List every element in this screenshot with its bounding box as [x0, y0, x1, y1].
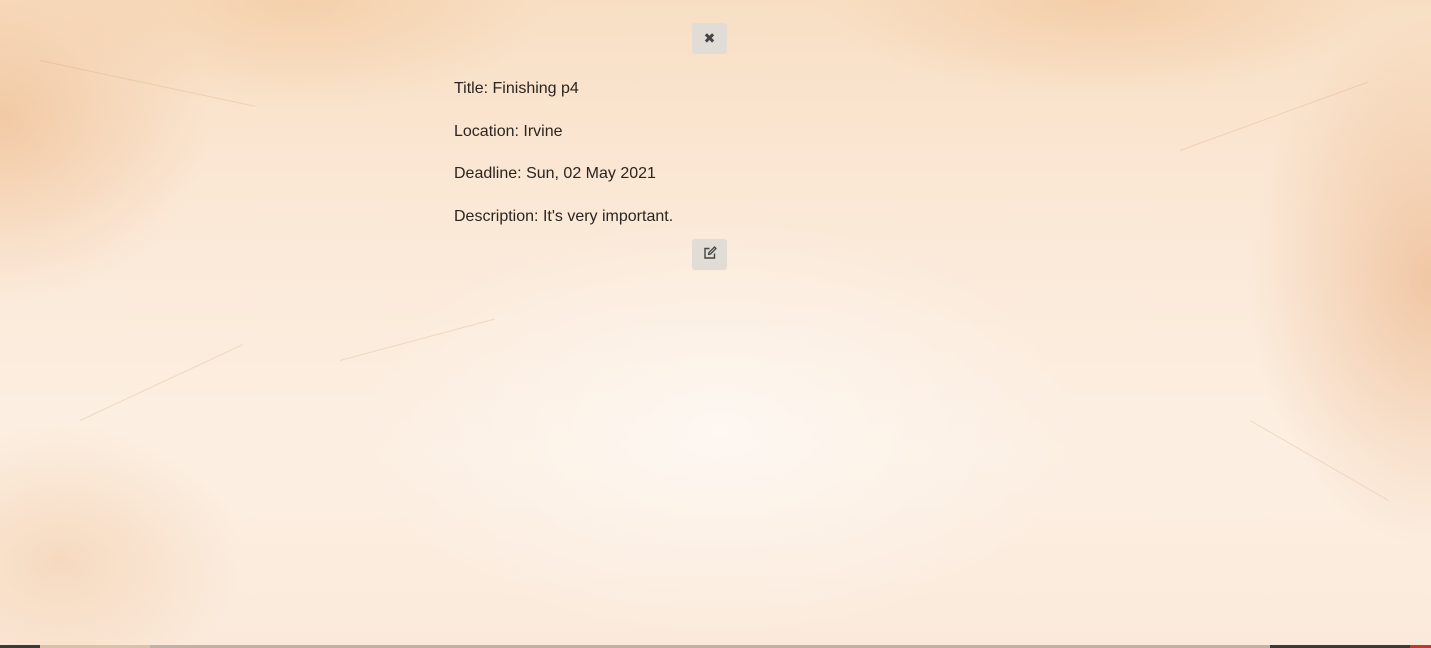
location-value: Irvine	[523, 122, 563, 140]
close-icon: ✖	[703, 30, 716, 47]
title-value: Finishing p4	[492, 80, 579, 97]
edit-button[interactable]	[692, 239, 727, 270]
event-details: Title: Finishing p4 Location: Irvine Dea…	[454, 78, 1054, 248]
deadline-label: Deadline:	[454, 165, 522, 182]
paper-crease	[1179, 81, 1369, 151]
close-button[interactable]: ✖	[692, 23, 727, 54]
edit-icon	[703, 246, 717, 263]
paper-crease	[39, 60, 256, 107]
deadline-value: Sun, 02 May 2021	[526, 165, 656, 182]
description-row: Description: It's very important.	[454, 206, 1054, 228]
title-row: Title: Finishing p4	[454, 78, 1054, 100]
description-value: It's very important.	[542, 207, 674, 225]
paper-crease	[339, 318, 495, 361]
location-label: Location:	[454, 122, 519, 140]
title-label: Title:	[454, 80, 489, 97]
location-row: Location: Irvine	[454, 121, 1054, 143]
paper-crease	[1249, 420, 1389, 501]
deadline-row: Deadline: Sun, 02 May 2021	[454, 163, 1054, 185]
description-label: Description:	[454, 207, 539, 225]
paper-crease	[79, 343, 244, 421]
